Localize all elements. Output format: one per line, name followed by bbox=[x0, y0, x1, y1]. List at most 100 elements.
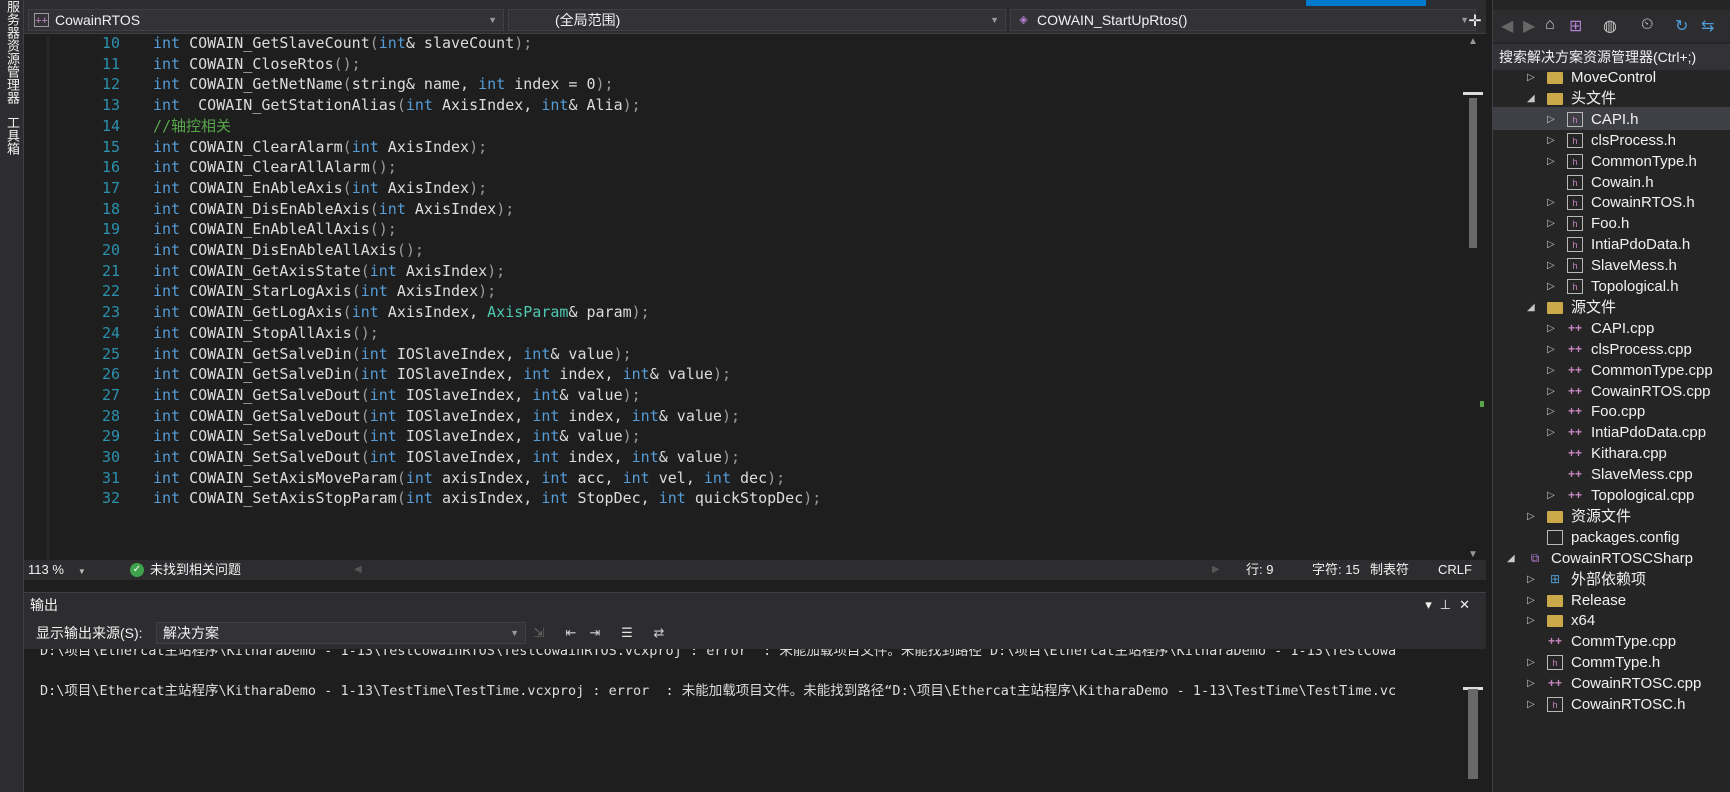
switch-views-icon[interactable]: ⊞ bbox=[1569, 16, 1582, 36]
refresh-icon[interactable]: ↻ bbox=[1675, 16, 1688, 36]
pending-changes-icon[interactable]: ⏲ bbox=[1641, 16, 1653, 34]
code-token: ); bbox=[622, 96, 641, 115]
code-token: & slaveCount bbox=[405, 36, 515, 52]
code-token: COWAIN_SetSalveDout bbox=[180, 427, 361, 446]
expand-icon[interactable]: ▷ bbox=[1547, 254, 1561, 277]
server-explorer-tab[interactable]: 服务器资源管理器 bbox=[2, 0, 22, 105]
collapse-icon[interactable]: ◢ bbox=[1527, 296, 1541, 319]
expand-icon[interactable]: ▷ bbox=[1547, 150, 1561, 173]
code-editor: ++ CowainRTOS ▼ (全局范围) ▼ ◈ COWAIN_StartU… bbox=[24, 0, 1486, 580]
expand-icon[interactable]: ▷ bbox=[1547, 484, 1561, 507]
expand-icon[interactable]: ▷ bbox=[1527, 672, 1541, 695]
code-token: COWAIN_GetSalveDout bbox=[180, 406, 361, 425]
scrollbar-thumb[interactable] bbox=[1469, 98, 1477, 248]
expand-icon[interactable]: ▷ bbox=[1547, 212, 1561, 235]
code-text-area[interactable]: 10 int COWAIN_GetSlaveCount(int& slaveCou… bbox=[24, 36, 1456, 560]
code-token: ( bbox=[360, 406, 370, 425]
expand-icon[interactable]: ▷ bbox=[1527, 589, 1541, 612]
code-token: ); bbox=[514, 36, 533, 52]
expand-icon[interactable]: ▷ bbox=[1547, 400, 1561, 423]
scroll-down-icon[interactable]: ▼ bbox=[1462, 549, 1484, 560]
find-message-icon[interactable]: ⇲ bbox=[530, 624, 548, 642]
globe-icon[interactable]: ◍ bbox=[1603, 16, 1617, 36]
code-text: int COWAIN_GetLogAxis(int AxisIndex, Axi… bbox=[153, 301, 650, 324]
dropdown-icon[interactable]: ▾ bbox=[1425, 597, 1440, 612]
expand-icon[interactable]: ▷ bbox=[1547, 421, 1561, 444]
code-token: int bbox=[622, 365, 650, 384]
pin-icon[interactable]: ⊥ bbox=[1440, 597, 1459, 612]
scrollbar-thumb[interactable] bbox=[1468, 689, 1478, 779]
code-token: COWAIN_GetStationAlias bbox=[180, 96, 397, 115]
code-token: AxisIndex, bbox=[378, 303, 488, 322]
forward-icon[interactable]: ▶ bbox=[1523, 16, 1535, 36]
scroll-left-icon[interactable]: ◀ bbox=[354, 560, 362, 580]
header-file-icon: h bbox=[1567, 216, 1583, 232]
home-icon[interactable]: ⌂ bbox=[1545, 16, 1555, 34]
line-number: 29 bbox=[101, 427, 120, 446]
editor-vertical-scrollbar[interactable]: ▲ ▼ bbox=[1462, 36, 1484, 560]
collapse-icon[interactable]: ◢ bbox=[1507, 547, 1521, 570]
scope-dropdown[interactable]: (全局范围) ▼ bbox=[508, 9, 1006, 31]
expand-icon[interactable]: ▷ bbox=[1527, 609, 1541, 632]
tree-item-label: Topological.cpp bbox=[1591, 487, 1695, 504]
zoom-dropdown[interactable]: 113 % ▼ bbox=[28, 560, 100, 582]
issues-status[interactable]: 未找到相关问题 bbox=[150, 560, 241, 580]
expand-icon[interactable]: ▷ bbox=[1527, 568, 1541, 591]
expand-icon[interactable]: ▷ bbox=[1547, 359, 1561, 382]
code-text: int COWAIN_GetNetName(string& name, int … bbox=[153, 73, 614, 96]
line-number: 25 bbox=[101, 344, 120, 363]
code-token: int bbox=[153, 158, 181, 177]
line-number: 12 bbox=[101, 75, 120, 94]
code-token: int bbox=[369, 448, 397, 466]
code-token: COWAIN_ClearAlarm bbox=[180, 137, 343, 156]
clear-all-icon[interactable]: ☰ bbox=[618, 624, 636, 642]
next-message-icon[interactable]: ⇥ bbox=[586, 624, 604, 642]
split-icon[interactable]: ✛ bbox=[1464, 12, 1486, 34]
code-token: int bbox=[703, 468, 731, 487]
line-number: 32 bbox=[101, 489, 120, 508]
code-token: AxisIndex bbox=[405, 199, 497, 218]
back-icon[interactable]: ◀ bbox=[1501, 16, 1513, 36]
expand-icon[interactable]: ▷ bbox=[1527, 651, 1541, 674]
output-vertical-scrollbar[interactable] bbox=[1462, 649, 1484, 792]
code-text: int COWAIN_EnAbleAxis(int AxisIndex); bbox=[153, 177, 487, 200]
close-icon[interactable]: ✕ bbox=[1459, 597, 1478, 612]
toolbox-tab[interactable]: 工具箱 bbox=[2, 116, 22, 166]
code-text: int COWAIN_GetAxisState(int AxisIndex); bbox=[153, 260, 505, 283]
scroll-up-icon[interactable]: ▲ bbox=[1462, 36, 1484, 47]
eol-indicator[interactable]: CRLF bbox=[1438, 560, 1472, 580]
sync-icon[interactable]: ⇆ bbox=[1701, 16, 1714, 36]
code-token: int bbox=[369, 406, 397, 425]
tab-indicator[interactable]: 制表符 bbox=[1370, 560, 1409, 580]
code-token: ( bbox=[360, 448, 370, 466]
code-token: int bbox=[153, 75, 181, 94]
code-token: ( bbox=[351, 365, 361, 384]
expand-icon[interactable]: ▷ bbox=[1547, 317, 1561, 340]
expand-icon[interactable]: ▷ bbox=[1547, 275, 1561, 298]
function-dropdown[interactable]: ◈ COWAIN_StartUpRtos() ▼ bbox=[1010, 9, 1476, 31]
previous-message-icon[interactable]: ⇤ bbox=[562, 624, 580, 642]
code-token: COWAIN_DisEnAbleAllAxis bbox=[180, 241, 397, 259]
source-select[interactable]: 解决方案 ▼ bbox=[156, 622, 526, 644]
word-wrap-icon[interactable]: ⇄ bbox=[650, 624, 668, 642]
folder-icon bbox=[1547, 615, 1563, 628]
expand-icon[interactable]: ▷ bbox=[1547, 108, 1561, 131]
expand-icon[interactable]: ▷ bbox=[1527, 66, 1541, 89]
code-token: index, bbox=[559, 448, 632, 466]
project-label: CowainRTOS bbox=[55, 12, 141, 28]
expand-icon[interactable]: ▷ bbox=[1527, 505, 1541, 528]
code-token: int bbox=[523, 365, 551, 384]
expand-icon[interactable]: ▷ bbox=[1527, 693, 1541, 716]
code-token: ); bbox=[622, 385, 641, 404]
output-text[interactable]: D:\项目\Ethercat主站程序\KitharaDemo - 1-13\Te… bbox=[24, 649, 1456, 792]
expand-icon[interactable]: ▷ bbox=[1547, 191, 1561, 214]
output-panel: 输出 ▾⊥✕ 显示输出来源(S): 解决方案 ▼ ⇲ ⇤ ⇥ ☰ ⇄ D:\项目… bbox=[24, 592, 1486, 792]
code-token: AxisIndex bbox=[396, 261, 488, 280]
expand-icon[interactable]: ▷ bbox=[1547, 380, 1561, 403]
expand-icon[interactable]: ▷ bbox=[1547, 338, 1561, 361]
project-dropdown[interactable]: ++ CowainRTOS ▼ bbox=[28, 9, 504, 31]
scroll-right-icon[interactable]: ▶ bbox=[1212, 560, 1220, 580]
expand-icon[interactable]: ▷ bbox=[1547, 129, 1561, 152]
expand-icon[interactable]: ▷ bbox=[1547, 233, 1561, 256]
line-number: 16 bbox=[101, 158, 120, 177]
